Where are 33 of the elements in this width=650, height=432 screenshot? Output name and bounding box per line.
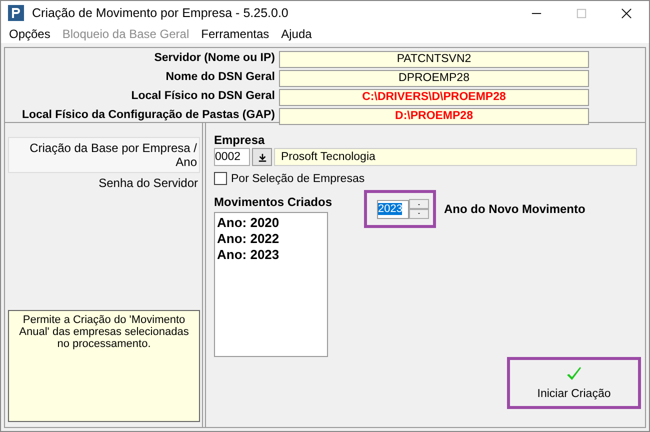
menu-item[interactable]: Opções bbox=[9, 27, 52, 42]
sidebar-item[interactable]: Criação da Base por Empresa / Ano bbox=[8, 137, 200, 173]
field-label: Servidor (Nome ou IP) bbox=[153, 51, 275, 66]
lookup-button[interactable] bbox=[252, 148, 272, 166]
year-value: 2023 bbox=[378, 203, 402, 215]
checkbox[interactable] bbox=[214, 172, 227, 185]
value-field: PATCNTSVN2 bbox=[279, 51, 589, 68]
field-label: Movimentos Criados bbox=[214, 195, 334, 209]
checkmark-icon bbox=[566, 366, 582, 382]
field-label: Nome do DSN Geral bbox=[164, 70, 275, 85]
menu-item[interactable]: Ferramentas bbox=[201, 27, 272, 42]
code-field[interactable]: 0002 bbox=[214, 148, 250, 166]
value-field: D:\PROEMP28 bbox=[279, 108, 589, 125]
start-button[interactable]: Iniciar Criação bbox=[507, 357, 641, 409]
value-field: DPROEMP28 bbox=[279, 70, 589, 87]
value-field: C:\DRIVERS\D\PROEMP28 bbox=[279, 89, 589, 106]
download-arrow-icon bbox=[258, 152, 266, 162]
description-text: Permite a Criação do 'Movimento Anual' das empresas selecionadas no processamento. bbox=[8, 310, 200, 422]
field-label: Ano do Novo Movimento bbox=[444, 202, 586, 216]
company-name-field: Prosoft Tecnologia bbox=[274, 148, 637, 166]
list-item[interactable]: Ano: 2020 bbox=[217, 215, 325, 231]
app-logo-icon bbox=[8, 5, 24, 22]
field-label: Local Físico da Configuração de Pastas (GAP) bbox=[20, 108, 275, 123]
close-icon[interactable] bbox=[621, 8, 632, 19]
list-item[interactable]: Ano: 2023 bbox=[217, 247, 325, 263]
menu-item[interactable]: Ajuda bbox=[281, 27, 314, 42]
sidebar-item[interactable]: Senha do Servidor bbox=[8, 173, 200, 193]
window-title: Criação de Movimento por Empresa - 5.25.0.0 bbox=[32, 6, 290, 20]
field-label: Empresa bbox=[214, 133, 266, 147]
list-item[interactable]: Ano: 2022 bbox=[217, 231, 325, 247]
checkbox-label: Por Seleção de Empresas bbox=[231, 172, 365, 184]
field-label: Local Físico no DSN Geral bbox=[130, 89, 275, 104]
movements-list[interactable]: Ano: 2020 Ano: 2022 Ano: 2023 bbox=[214, 212, 328, 357]
